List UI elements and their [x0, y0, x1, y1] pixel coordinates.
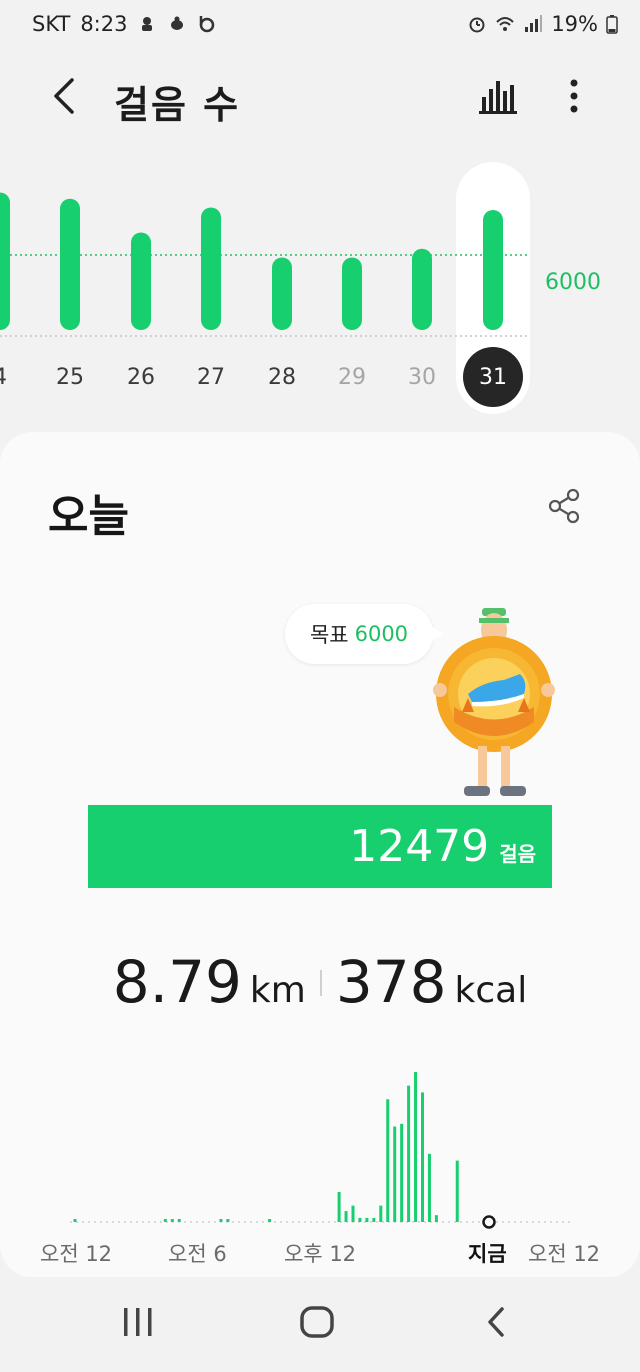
hourly-bar	[407, 1085, 411, 1222]
today-card: 오늘 목표 6000 12479 걸음 8.79 km 378 kcal 오전 …	[0, 432, 640, 1277]
hourly-bar	[344, 1211, 348, 1222]
hour-label-6am: 오전 6	[168, 1242, 227, 1266]
page-title: 걸음 수	[114, 83, 241, 127]
day-label-27[interactable]: 27	[181, 365, 241, 390]
hourly-bar	[365, 1217, 369, 1222]
more-vertical-icon	[570, 79, 578, 113]
steps-unit: 걸음	[499, 842, 536, 866]
now-marker	[482, 1215, 496, 1229]
day-label-30[interactable]: 30	[392, 365, 452, 390]
distance-unit: km	[249, 970, 306, 1011]
hourly-bar	[421, 1092, 424, 1222]
hourly-bar	[226, 1219, 230, 1222]
back-chevron-icon	[54, 78, 74, 114]
battery-icon	[606, 15, 618, 34]
hourly-bar	[358, 1217, 362, 1222]
battery-percent: 19%	[551, 12, 598, 36]
hourly-bar	[427, 1153, 431, 1222]
nav-back-icon	[488, 1307, 504, 1337]
hourly-bar	[455, 1160, 459, 1222]
steps-value: 12479	[349, 821, 490, 872]
recent-apps-button[interactable]	[108, 1297, 168, 1347]
goal-bubble: 목표 6000	[285, 604, 443, 664]
hourly-bar	[386, 1099, 390, 1222]
app-bar: 걸음 수	[0, 62, 640, 132]
day-label-25[interactable]: 25	[40, 365, 100, 390]
hourly-bar	[337, 1192, 341, 1222]
hourly-bar	[177, 1219, 181, 1222]
status-bar: SKT 8:23 19%	[0, 0, 640, 52]
hourly-bar	[268, 1219, 272, 1222]
day-bar-25[interactable]	[60, 198, 80, 330]
goal-achieved-mascot-icon	[433, 608, 555, 796]
status-right: 19%	[467, 12, 618, 36]
day-label-29[interactable]: 29	[322, 365, 382, 390]
bug-icon	[171, 16, 184, 30]
trends-button[interactable]	[472, 72, 524, 120]
home-button[interactable]	[287, 1297, 347, 1347]
hourly-bar	[219, 1219, 223, 1222]
day-bar-4[interactable]	[0, 192, 10, 331]
navigation-bar	[0, 1277, 640, 1372]
back-button[interactable]	[40, 72, 88, 120]
hour-label-next-midnight: 오전 12	[528, 1242, 601, 1266]
hour-label-now: 지금	[468, 1242, 507, 1266]
day-bar-29[interactable]	[342, 257, 362, 331]
today-title: 오늘	[48, 491, 129, 542]
step-progress-bar: 12479 걸음	[88, 805, 552, 888]
day-bar-27[interactable]	[201, 207, 221, 331]
hourly-bar	[73, 1219, 77, 1222]
hourly-bar	[400, 1123, 404, 1222]
alarm-icon	[469, 17, 485, 33]
day-label-28[interactable]: 28	[252, 365, 312, 390]
signal-icon	[525, 15, 543, 32]
hourly-chart-svg	[70, 1072, 570, 1229]
hourly-bar	[379, 1205, 383, 1222]
bar-chart-icon	[479, 81, 517, 114]
hourly-step-chart: 오전 12 오전 6 오후 12 지금 오전 12	[0, 1052, 640, 1272]
recent-apps-icon	[124, 1308, 152, 1336]
weekly-step-chart: 6000 4 25 26 27 28 29 30 31	[0, 150, 640, 420]
day-label-26[interactable]: 26	[111, 365, 171, 390]
hourly-bar	[170, 1219, 174, 1222]
day-bar-28[interactable]	[272, 257, 292, 331]
clock: 8:23	[80, 12, 128, 36]
hourly-bar	[393, 1126, 397, 1222]
hour-label-midnight: 오전 12	[40, 1242, 113, 1266]
calories-unit: kcal	[454, 970, 528, 1011]
b-app-icon	[200, 16, 215, 33]
hourly-bar	[372, 1217, 376, 1222]
share-icon	[548, 488, 580, 524]
distance-value: 8.79	[112, 948, 242, 1016]
hour-label-noon: 오후 12	[284, 1242, 357, 1266]
stats-row: 8.79 km 378 kcal	[0, 948, 640, 1018]
day-bar-31[interactable]	[483, 210, 503, 330]
hourly-bar	[434, 1215, 438, 1222]
goal-value: 6000	[354, 622, 409, 646]
carrier-name: SKT	[32, 12, 71, 36]
calories-value: 378	[335, 948, 447, 1016]
day-bar-30[interactable]	[412, 248, 432, 330]
day-label-4[interactable]: 4	[0, 365, 30, 390]
day-bar-26[interactable]	[131, 232, 151, 331]
status-left: SKT 8:23	[32, 12, 217, 36]
wifi-icon	[496, 17, 515, 31]
home-icon	[300, 1306, 334, 1338]
hourly-bar	[414, 1072, 418, 1222]
system-back-button[interactable]	[466, 1297, 526, 1347]
notification-icon	[142, 17, 153, 31]
hourly-bar	[351, 1205, 355, 1222]
steps-readout: 12479 걸음	[349, 821, 536, 872]
goal-prefix: 목표	[309, 623, 349, 647]
more-options-button[interactable]	[552, 72, 596, 120]
day-selected[interactable]: 31	[463, 347, 523, 407]
hourly-bar	[163, 1219, 167, 1222]
share-button[interactable]	[540, 482, 588, 530]
goal-line-label: 6000	[545, 270, 601, 295]
stats-divider	[319, 970, 322, 996]
